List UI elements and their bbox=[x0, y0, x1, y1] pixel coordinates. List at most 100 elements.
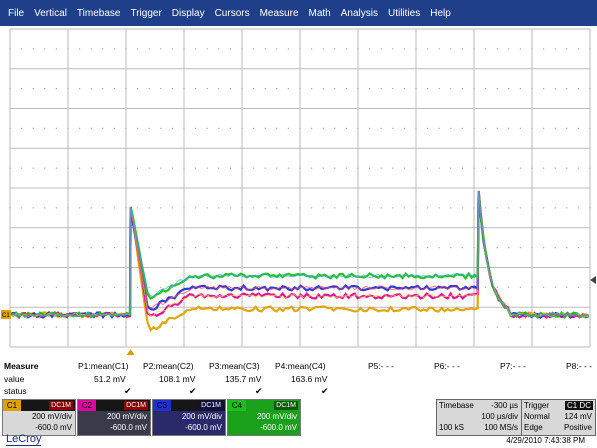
grid-dot bbox=[218, 128, 219, 129]
grid-dot bbox=[33, 207, 34, 208]
grid-dot bbox=[56, 88, 57, 89]
measure-param-label[interactable]: P3:mean(C3) bbox=[209, 361, 260, 371]
grid-dot bbox=[543, 88, 544, 89]
coupling-badge: DC1M bbox=[124, 401, 148, 410]
trigger-level-marker[interactable] bbox=[590, 276, 596, 284]
timebase-per-div: 100 µs/div bbox=[481, 412, 518, 421]
grid-dot bbox=[485, 168, 486, 169]
grid-dot bbox=[427, 48, 428, 49]
measure-param-label[interactable]: P2:mean(C2) bbox=[143, 361, 194, 371]
measure-param-label[interactable]: P4:mean(C4) bbox=[275, 361, 326, 371]
measure-param-label[interactable]: P7:- - - bbox=[500, 361, 526, 371]
waveform-display[interactable]: C1 bbox=[0, 26, 597, 356]
timebase-descriptor[interactable]: Timebase -300 µs 100 µs/div 100 kS 100 M… bbox=[436, 399, 522, 436]
grid-dot bbox=[9, 168, 10, 169]
channel-level-marker[interactable]: C1 bbox=[1, 310, 11, 319]
grid-dot bbox=[67, 168, 68, 169]
channel-descriptor-c3[interactable]: C3 DC1M 200 mV/div -600.0 mV bbox=[152, 399, 226, 436]
channel-descriptor-c2[interactable]: C2 DC1M 200 mV/div -600.0 mV bbox=[77, 399, 151, 436]
grid-dot bbox=[566, 88, 567, 89]
grid-dot bbox=[346, 327, 347, 328]
grid-dot bbox=[114, 207, 115, 208]
channel-descriptor-c4[interactable]: C4 DC1M 200 mV/div -600.0 mV bbox=[227, 399, 301, 436]
grid-dot bbox=[172, 207, 173, 208]
menu-cursors[interactable]: Cursors bbox=[210, 8, 255, 19]
grid-dot bbox=[346, 207, 347, 208]
grid-dot bbox=[160, 128, 161, 129]
grid-dot bbox=[183, 128, 184, 129]
grid-dot bbox=[160, 287, 161, 288]
measure-param-label[interactable]: P8:- - - bbox=[566, 361, 592, 371]
menu-math[interactable]: Math bbox=[304, 8, 336, 19]
grid-dot bbox=[323, 207, 324, 208]
grid-dot bbox=[21, 128, 22, 129]
trigger-mode: Normal bbox=[524, 412, 550, 421]
grid-dot bbox=[485, 48, 486, 49]
vertical-offset: -600.0 mV bbox=[185, 423, 222, 432]
grid-dot bbox=[415, 247, 416, 248]
value-row-label: value bbox=[4, 374, 24, 384]
menu-display[interactable]: Display bbox=[167, 8, 210, 19]
grid-dot bbox=[218, 88, 219, 89]
grid-dot bbox=[566, 168, 567, 169]
trigger-level: 124 mV bbox=[564, 412, 592, 421]
grid-dot bbox=[392, 207, 393, 208]
grid-dot bbox=[241, 88, 242, 89]
grid-dot bbox=[56, 48, 57, 49]
grid-dot bbox=[195, 128, 196, 129]
grid-dot bbox=[56, 168, 57, 169]
grid-dot bbox=[218, 247, 219, 248]
grid-dot bbox=[125, 48, 126, 49]
grid-dot bbox=[265, 128, 266, 129]
grid-dot bbox=[79, 207, 80, 208]
grid-dot bbox=[265, 327, 266, 328]
trigger-descriptor[interactable]: Trigger C1 DC Normal 124 mV Edge Positiv… bbox=[521, 399, 596, 436]
measure-heading[interactable]: Measure bbox=[4, 361, 39, 371]
grid-dot bbox=[137, 168, 138, 169]
grid-dot bbox=[276, 128, 277, 129]
grid-dot bbox=[172, 327, 173, 328]
grid-dot bbox=[195, 88, 196, 89]
menu-vertical[interactable]: Vertical bbox=[29, 8, 72, 19]
grid-dot bbox=[462, 128, 463, 129]
grid-dot bbox=[357, 88, 358, 89]
grid-dot bbox=[288, 168, 289, 169]
grid-dot bbox=[589, 168, 590, 169]
grid-dot bbox=[520, 327, 521, 328]
grid-dot bbox=[334, 247, 335, 248]
grid-dot bbox=[508, 327, 509, 328]
grid-dot bbox=[311, 327, 312, 328]
grid-dot bbox=[172, 48, 173, 49]
grid-dot bbox=[102, 48, 103, 49]
channel-descriptor-c1[interactable]: C1 DC1M 200 mV/div -600.0 mV bbox=[2, 399, 76, 436]
grid-dot bbox=[67, 128, 68, 129]
grid-dot bbox=[392, 247, 393, 248]
menu-measure[interactable]: Measure bbox=[255, 8, 304, 19]
grid-dot bbox=[114, 88, 115, 89]
grid-dot bbox=[91, 168, 92, 169]
grid-dot bbox=[485, 287, 486, 288]
grid-dot bbox=[102, 168, 103, 169]
grid-dot bbox=[149, 207, 150, 208]
grid-dot bbox=[578, 207, 579, 208]
grid-dot bbox=[555, 287, 556, 288]
trigger-position-marker[interactable] bbox=[127, 349, 135, 355]
menu-analysis[interactable]: Analysis bbox=[336, 8, 383, 19]
grid-dot bbox=[485, 207, 486, 208]
menu-file[interactable]: File bbox=[0, 8, 29, 19]
grid-dot bbox=[276, 327, 277, 328]
measure-param-label[interactable]: P5:- - - bbox=[368, 361, 394, 371]
menu-help[interactable]: Help bbox=[425, 8, 456, 19]
grid-dot bbox=[230, 128, 231, 129]
measure-param-label[interactable]: P6:- - - bbox=[434, 361, 460, 371]
measure-param-label[interactable]: P1:mean(C1) bbox=[78, 361, 129, 371]
grid-dot bbox=[149, 247, 150, 248]
grid-dot bbox=[543, 287, 544, 288]
menu-timebase[interactable]: Timebase bbox=[72, 8, 126, 19]
grid-dot bbox=[555, 247, 556, 248]
grid-dot bbox=[265, 88, 266, 89]
menu-trigger[interactable]: Trigger bbox=[125, 8, 166, 19]
vertical-scale: 200 mV/div bbox=[107, 412, 147, 421]
grid-dot bbox=[149, 88, 150, 89]
menu-utilities[interactable]: Utilities bbox=[383, 8, 425, 19]
